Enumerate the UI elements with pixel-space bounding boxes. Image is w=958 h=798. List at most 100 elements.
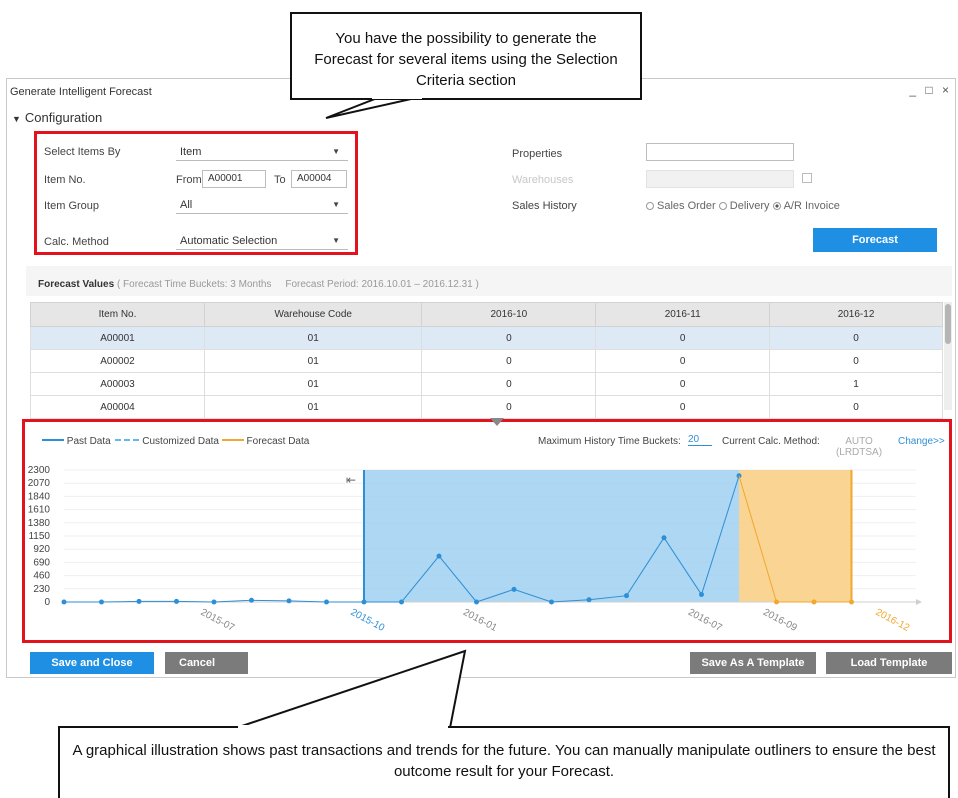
x-tick-label: 2015-07 — [199, 607, 237, 634]
legend-customized: Customized Data — [142, 436, 219, 447]
top-callout: You have the possibility to generate the… — [290, 12, 642, 100]
callout-joint-bottom — [238, 725, 448, 728]
history-chart[interactable]: 2300207018401610138011509206904602300⇤20… — [24, 462, 934, 634]
range-drag-icon: ⇤ — [346, 473, 356, 487]
table-row[interactable]: A00001 01 0 0 0 — [29, 326, 943, 350]
forecast-values-title: Forecast Values — [38, 279, 115, 290]
past-range-area — [364, 470, 739, 602]
column-header[interactable]: Item No. — [29, 302, 206, 327]
past-data-point — [249, 597, 254, 603]
table-cell[interactable]: 0 — [769, 349, 943, 373]
table-cell[interactable]: 0 — [769, 395, 943, 419]
table-cell: 01 — [204, 395, 423, 419]
y-tick-label: 1380 — [28, 518, 51, 529]
collapse-arrow-icon: ▼ — [12, 114, 21, 124]
table-cell[interactable]: 0 — [595, 395, 771, 419]
column-header[interactable]: 2016-11 — [595, 302, 771, 327]
column-header[interactable]: Warehouse Code — [204, 302, 423, 327]
warehouses-checkbox[interactable] — [802, 173, 812, 183]
x-axis-arrow-icon — [916, 599, 922, 605]
y-tick-label: 1150 — [28, 531, 50, 542]
table-cell: A00004 — [29, 395, 206, 419]
x-tick-label: 2016-09 — [761, 607, 799, 634]
table-row[interactable]: A00004 01 0 0 0 — [29, 395, 943, 419]
past-data-point — [624, 593, 629, 599]
load-template-button[interactable]: Load Template — [826, 652, 952, 674]
past-data-point — [699, 592, 704, 598]
table-cell: 01 — [204, 372, 423, 396]
past-data-point — [436, 553, 442, 559]
forecast-values-table: Item No. Warehouse Code 2016-10 2016-11 … — [29, 302, 943, 419]
current-calc-label: Current Calc. Method: — [722, 436, 820, 447]
table-cell[interactable]: 0 — [421, 326, 597, 350]
warehouses-field — [646, 170, 794, 188]
current-calc-value-line2: (LRDTSA) — [835, 447, 883, 458]
past-data-point — [211, 599, 217, 605]
y-tick-label: 2070 — [28, 478, 51, 489]
table-cell[interactable]: 0 — [595, 372, 771, 396]
table-scrollbar[interactable] — [944, 302, 952, 410]
forecast-time-buckets: ( Forecast Time Buckets: 3 Months — [116, 279, 272, 290]
radio-ar-invoice[interactable]: A/R Invoice — [772, 200, 840, 212]
forecast-values-header: Forecast Values ( Forecast Time Buckets:… — [38, 279, 479, 290]
table-cell[interactable]: 1 — [769, 372, 943, 396]
save-as-template-button[interactable]: Save As A Template — [690, 652, 816, 674]
y-tick-label: 460 — [33, 571, 50, 582]
past-data-point — [174, 598, 179, 604]
table-cell[interactable]: 0 — [595, 326, 771, 350]
chart-legend: Past Data Customized Data Forecast Data — [42, 436, 309, 447]
y-tick-label: 230 — [33, 584, 50, 595]
selection-criteria-highlight — [34, 131, 358, 255]
splitter-arrow-icon[interactable] — [490, 418, 504, 426]
table-cell[interactable]: 0 — [769, 326, 943, 350]
x-tick-label: 2016-07 — [686, 607, 724, 634]
table-row[interactable]: A00002 01 0 0 0 — [29, 349, 943, 373]
sales-history-radios: Sales Order Delivery A/R Invoice — [646, 200, 840, 212]
table-cell[interactable]: 0 — [421, 395, 597, 419]
past-data-point — [61, 599, 67, 605]
y-tick-label: 1840 — [28, 491, 51, 502]
forecast-button[interactable]: Forecast — [813, 228, 937, 252]
past-data-point — [324, 599, 329, 605]
sales-history-label: Sales History — [512, 200, 577, 212]
radio-sales-order[interactable]: Sales Order — [646, 200, 716, 212]
past-data-point — [286, 598, 292, 604]
cancel-button[interactable]: Cancel — [165, 652, 248, 674]
column-header[interactable]: 2016-12 — [769, 302, 943, 327]
properties-field[interactable] — [646, 143, 794, 161]
past-data-point — [99, 599, 104, 605]
table-cell: 01 — [204, 326, 423, 350]
x-tick-label: 2016-12 — [874, 607, 912, 634]
past-data-point — [549, 599, 554, 605]
max-history-input[interactable]: 20 — [688, 434, 712, 446]
legend-past-swatch — [42, 439, 64, 441]
table-cell: A00002 — [29, 349, 206, 373]
warehouses-label: Warehouses — [512, 174, 574, 186]
table-cell[interactable]: 0 — [595, 349, 771, 373]
y-tick-label: 690 — [33, 557, 50, 568]
forecast-data-point — [811, 599, 817, 605]
top-callout-text: You have the possibility to generate the… — [314, 30, 618, 89]
past-data-point — [586, 597, 592, 603]
save-and-close-button[interactable]: Save and Close — [30, 652, 154, 674]
legend-forecast-swatch — [221, 439, 244, 441]
change-link[interactable]: Change>> — [898, 436, 945, 447]
table-cell[interactable]: 0 — [421, 372, 597, 396]
bottom-callout-text: A graphical illustration shows past tran… — [72, 742, 936, 780]
table-cell: A00003 — [29, 372, 206, 396]
bottom-callout: A graphical illustration shows past tran… — [58, 726, 950, 798]
scrollbar-thumb[interactable] — [945, 304, 951, 344]
configuration-header[interactable]: ▼ Configuration — [12, 110, 102, 125]
column-header[interactable]: 2016-10 — [421, 302, 597, 327]
table-cell[interactable]: 0 — [421, 349, 597, 373]
y-tick-label: 2300 — [28, 465, 51, 476]
y-tick-label: 920 — [33, 544, 50, 555]
callout-joint — [372, 96, 422, 99]
radio-delivery[interactable]: Delivery — [718, 200, 770, 212]
table-row[interactable]: A00003 01 0 0 1 — [29, 372, 943, 396]
properties-label: Properties — [512, 148, 563, 160]
y-tick-label: 1610 — [28, 505, 51, 516]
past-data-point — [361, 599, 367, 605]
forecast-data-point — [849, 599, 854, 605]
table-cell: A00001 — [29, 326, 206, 350]
